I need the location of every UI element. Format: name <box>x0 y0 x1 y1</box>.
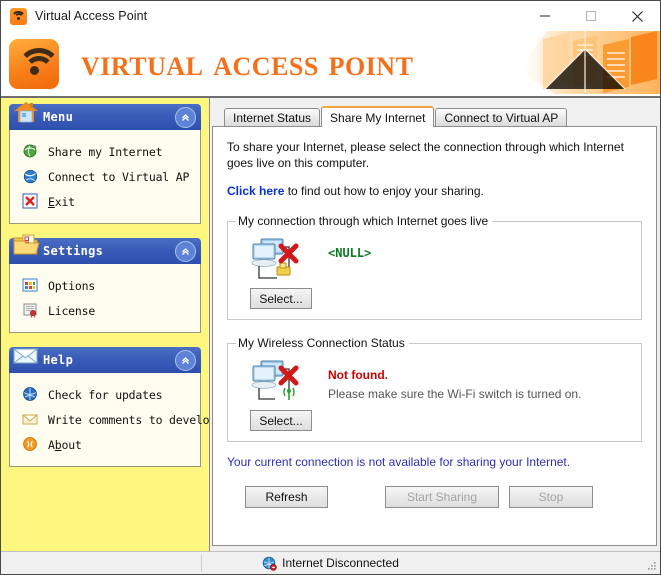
tab-connect-to-virtual-ap[interactable]: Connect to Virtual AP <box>435 108 568 126</box>
close-icon[interactable] <box>614 1 660 31</box>
help-link-suffix: to find out how to enjoy your sharing. <box>287 184 484 198</box>
network-wireless-error-icon <box>250 358 302 406</box>
folder-check-icon <box>11 231 41 261</box>
wireless-group-row: Not found. Please make sure the Wi-Fi sw… <box>236 356 633 406</box>
window-title: Virtual Access Point <box>35 9 148 23</box>
chevron-up-icon[interactable] <box>175 241 196 262</box>
chevron-up-icon[interactable] <box>175 350 196 371</box>
envelope-icon <box>11 340 41 370</box>
sidebar-item-share-my-internet[interactable]: Share my Internet <box>16 139 194 164</box>
options-grid-icon <box>22 277 39 294</box>
connection-group: My connection through which Internet goe… <box>227 214 642 320</box>
content-area: Menu Share my Internet Connect to Virtua… <box>1 98 660 551</box>
connection-group-legend: My connection through which Internet goe… <box>238 214 489 228</box>
header-banner: Virtual Access Point <box>1 31 660 98</box>
globe-disconnected-icon <box>262 556 277 571</box>
globe-share-icon <box>22 143 39 160</box>
wireless-status-area: Not found. Please make sure the Wi-Fi sw… <box>328 358 581 401</box>
main-panel: Internet Status Share My Internet Connec… <box>210 98 660 551</box>
sidebar-item-label: License <box>48 303 96 318</box>
network-wired-error-icon <box>250 236 302 284</box>
sidebar-item-about[interactable]: About <box>16 432 194 457</box>
status-message: Internet Disconnected <box>262 556 399 571</box>
exit-mnemonic: E <box>48 194 55 209</box>
action-buttons: Refresh Start Sharing Stop <box>227 486 642 508</box>
panel-header-menu[interactable]: Menu <box>9 102 201 130</box>
status-bar-separator <box>201 554 202 572</box>
about-info-icon <box>22 436 39 453</box>
wireless-select-button[interactable]: Select... <box>250 410 312 431</box>
wifi-icon <box>10 7 27 25</box>
mail-icon <box>21 411 39 428</box>
sidebar-item-label: Check for updates <box>48 387 163 402</box>
banner-decoration-icon <box>525 31 660 96</box>
wireless-status: Not found. <box>328 368 388 382</box>
sidebar-item-label: Connect to Virtual AP <box>48 169 190 184</box>
panel-body-settings: Options License <box>9 264 201 333</box>
app-title: Virtual Access Point <box>81 43 414 84</box>
panel-title: Settings <box>43 244 104 258</box>
tab-panel-share-my-internet: To share your Internet, please select th… <box>212 126 657 546</box>
exit-rest: xit <box>54 194 75 209</box>
about-rest: out <box>61 437 82 452</box>
help-link-line: Click here to find out how to enjoy your… <box>227 184 642 198</box>
sidebar-panel-menu: Menu Share my Internet Connect to Virtua… <box>9 102 201 224</box>
panel-header-help[interactable]: Help <box>9 347 201 373</box>
globe-update-icon <box>22 386 39 403</box>
sidebar-item-label: Write comments to developer <box>48 412 210 427</box>
panel-title: Help <box>43 353 74 367</box>
sidebar-item-connect-to-virtual-ap[interactable]: Connect to Virtual AP <box>16 164 194 189</box>
sidebar: Menu Share my Internet Connect to Virtua… <box>1 98 210 551</box>
license-certificate-icon <box>22 302 39 319</box>
wireless-group-legend: My Wireless Connection Status <box>238 336 405 350</box>
window-controls <box>522 1 660 31</box>
application-window: Virtual Access Point Virtual Access Poin… <box>0 0 661 575</box>
panel-body-menu: Share my Internet Connect to Virtual AP <box>9 130 201 224</box>
intro-text: To share your Internet, please select th… <box>227 140 624 170</box>
connection-select-button[interactable]: Select... <box>250 288 312 309</box>
sidebar-item-options[interactable]: Options <box>16 273 194 298</box>
connection-group-row: <NULL> <box>236 234 633 284</box>
refresh-button[interactable]: Refresh <box>245 486 328 508</box>
tab-share-my-internet[interactable]: Share My Internet <box>321 106 435 127</box>
sidebar-item-exit[interactable]: Exit <box>16 189 194 214</box>
about-pre: A <box>48 437 55 452</box>
house-icon <box>11 98 41 127</box>
panel-header-settings[interactable]: Settings <box>9 234 201 264</box>
maximize-icon[interactable] <box>568 1 614 31</box>
panel-title: Menu <box>43 110 74 124</box>
status-bar: Internet Disconnected <box>1 551 660 574</box>
panel-body-help: Check for updates Write comments to deve… <box>9 373 209 467</box>
sidebar-item-label: Options <box>48 278 96 293</box>
stop-button: Stop <box>509 486 593 508</box>
wifi-logo-icon <box>9 38 61 89</box>
globe-connect-icon <box>22 168 39 185</box>
title-bar: Virtual Access Point <box>1 1 660 31</box>
chevron-up-icon[interactable] <box>175 107 196 128</box>
status-text: Internet Disconnected <box>282 556 399 570</box>
connection-value-area: <NULL> <box>328 236 371 260</box>
sidebar-item-license[interactable]: License <box>16 298 194 323</box>
sidebar-item-label: About <box>48 438 82 452</box>
sidebar-panel-help: Help Check for updates Write comments to… <box>9 347 209 467</box>
sidebar-item-label: Share my Internet <box>48 144 163 159</box>
resize-grip-icon[interactable] <box>645 559 657 571</box>
connection-value: <NULL> <box>328 246 372 260</box>
tab-internet-status[interactable]: Internet Status <box>224 108 321 126</box>
wireless-group: My Wireless Connection Status Not found.… <box>227 336 642 442</box>
warning-message: Your current connection is not available… <box>227 455 571 469</box>
wireless-hint: Please make sure the Wi-Fi switch is tur… <box>328 387 582 401</box>
start-sharing-button: Start Sharing <box>385 486 499 508</box>
close-red-icon <box>22 193 39 210</box>
minimize-icon[interactable] <box>522 1 568 31</box>
sidebar-panel-settings: Settings Options License <box>9 234 201 333</box>
tab-strip: Internet Status Share My Internet Connec… <box>212 105 657 127</box>
click-here-link[interactable]: Click here <box>227 184 284 198</box>
sidebar-item-check-for-updates[interactable]: Check for updates <box>16 382 194 407</box>
sidebar-item-write-comments[interactable]: Write comments to developer <box>16 407 209 432</box>
sidebar-item-label: Exit <box>48 195 75 209</box>
